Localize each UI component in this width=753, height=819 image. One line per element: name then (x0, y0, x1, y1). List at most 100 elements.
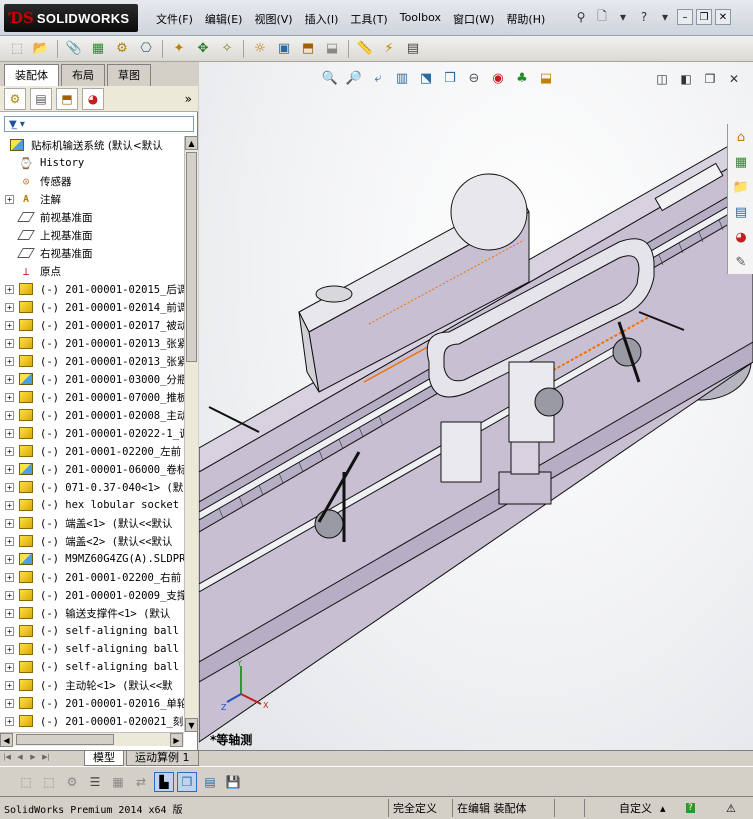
close-viewport-icon[interactable]: ✕ (725, 70, 743, 88)
view-orientation-icon[interactable]: ❒ (439, 67, 461, 89)
apply-scene-icon[interactable]: ⬓ (535, 67, 557, 89)
tree-horizontal-scrollbar[interactable]: ◀ ▶ (0, 732, 184, 747)
tree-item[interactable]: + (-) 201-00001-02013_张紧 (0, 334, 184, 352)
scroll-left-arrow-icon[interactable]: ◀ (0, 733, 13, 747)
tab-motion-study[interactable]: 运动算例 1 (126, 751, 199, 766)
tree-item[interactable]: + (-) hex lobular socket (0, 496, 184, 514)
tree-item[interactable]: 右视基准面 (0, 244, 184, 262)
units-up-arrow-icon[interactable]: ▴ (656, 799, 682, 817)
scroll-thumb[interactable] (186, 152, 197, 362)
appearances-icon[interactable]: ◕ (729, 225, 753, 249)
feature-icon[interactable]: ⚙ (62, 772, 82, 792)
restore-viewport-icon[interactable]: ❐ (701, 70, 719, 88)
menu-item[interactable]: 编辑(E) (199, 10, 249, 28)
expand-icon[interactable]: + (5, 284, 14, 294)
expand-icon[interactable]: + (5, 356, 14, 366)
new-document-icon[interactable]: 🗋 (593, 8, 611, 26)
expand-icon[interactable]: + (5, 338, 14, 348)
expand-icon[interactable]: + (5, 320, 14, 330)
expand-icon[interactable]: + (5, 302, 14, 312)
tab-sketch[interactable]: 草图 (107, 64, 151, 86)
graphics-area[interactable]: 🔍 🔎 ⤶ ▥ ⬔ ❒ ⊖ ◉ ♣ ⬓ ◫ ◧ ❐ ✕ ⌂ ▦ 📁 ▤ ◕ ✎ (199, 62, 753, 750)
paperclip-icon[interactable]: 📎 (63, 39, 85, 59)
tree-item[interactable]: 前视基准面 (0, 208, 184, 226)
property-manager-icon[interactable]: ▤ (30, 87, 52, 110)
expand-icon[interactable]: + (5, 374, 14, 384)
tree-item[interactable]: + (-) 201-00001-02017_被动 (0, 316, 184, 334)
viewport-icon[interactable]: ◫ (653, 70, 671, 88)
restore-button[interactable]: ❐ (696, 9, 712, 25)
minimize-button[interactable]: – (677, 9, 693, 25)
mate-icon[interactable]: ⎔ (135, 39, 157, 59)
first-tab-arrow-icon[interactable]: |◀ (1, 753, 13, 765)
display-manager-icon[interactable]: ◕ (82, 87, 104, 110)
tree-item[interactable]: + A 注解 (0, 190, 184, 208)
bill-of-materials-icon[interactable]: ☼ (249, 39, 271, 59)
expand-icon[interactable]: + (5, 608, 14, 618)
help-icon[interactable]: ? (682, 799, 722, 817)
tree-item[interactable]: ⌚ History (0, 154, 184, 172)
interference-icon[interactable]: ⬓ (321, 39, 343, 59)
explode-line-icon[interactable]: ⬒ (297, 39, 319, 59)
physical-dynamics-icon[interactable]: ⚡ (378, 39, 400, 59)
display-style-icon[interactable]: ⊖ (463, 67, 485, 89)
dynamic-annotation-icon[interactable]: ⬔ (415, 67, 437, 89)
tree-item[interactable]: + (-) 201-00001-02009_支撑 (0, 586, 184, 604)
tree-item[interactable]: + (-) 201-00001-03000_分瓶 (0, 370, 184, 388)
tree-item[interactable]: + (-) 201-00001-02016_单轮 (0, 694, 184, 712)
zoom-to-area-icon[interactable]: 🔎 (343, 67, 365, 89)
design-library-icon[interactable]: ▦ (729, 150, 753, 174)
dropdown-arrow-icon[interactable]: ▾ (614, 8, 632, 26)
menu-item[interactable]: Toolbox (394, 10, 447, 28)
swap-icon[interactable]: ⇄ (131, 772, 151, 792)
close-button[interactable]: ✕ (715, 9, 731, 25)
dropdown-arrow-icon[interactable]: ▾ (656, 8, 674, 26)
tree-root[interactable]: 贴标机输送系统 (默认<默认 (0, 136, 184, 154)
expand-icon[interactable]: + (5, 626, 14, 636)
status-units[interactable]: 自定义 (584, 799, 656, 817)
feature-manager-icon[interactable]: ⚙ (4, 87, 26, 110)
pin-icon[interactable]: ⚲ (572, 8, 590, 26)
chart-icon[interactable]: ▙ (154, 771, 174, 792)
custom-properties-icon[interactable]: ✎ (729, 250, 753, 274)
cube-icon[interactable]: ❒ (177, 771, 197, 792)
menu-item[interactable]: 帮助(H) (500, 10, 551, 28)
previous-view-icon[interactable]: ⤶ (367, 67, 389, 89)
expand-icon[interactable]: + (5, 698, 14, 708)
expand-icon[interactable]: + (5, 464, 14, 474)
tree-item[interactable]: + (-) 输送支撑件<1> (默认 (0, 604, 184, 622)
next-tab-arrow-icon[interactable]: ▶ (27, 753, 39, 765)
tab-layout[interactable]: 布局 (61, 64, 105, 86)
reference-geometry-icon[interactable]: ✧ (216, 39, 238, 59)
prev-tab-arrow-icon[interactable]: ◀ (14, 753, 26, 765)
scroll-down-arrow-icon[interactable]: ▼ (185, 718, 198, 732)
expand-icon[interactable]: + (5, 680, 14, 690)
view-palette-icon[interactable]: ▤ (729, 200, 753, 224)
expand-icon[interactable]: + (5, 194, 14, 204)
tree-vertical-scrollbar[interactable]: ▲ ▼ (184, 136, 198, 732)
expand-icon[interactable]: + (5, 428, 14, 438)
component-icon[interactable]: ⚙ (111, 39, 133, 59)
new-file-icon[interactable]: ⬚ (6, 39, 28, 59)
expand-icon[interactable]: + (5, 500, 14, 510)
tree-item[interactable]: + (-) self-aligning ball (0, 640, 184, 658)
tree-item[interactable]: + (-) self-aligning ball (0, 622, 184, 640)
save-icon[interactable]: 💾 (223, 772, 243, 792)
tree-item[interactable]: + (-) 201-00001-02015_后调 (0, 280, 184, 298)
expand-icon[interactable]: + (5, 662, 14, 672)
rebuild-icon[interactable]: ⚠ (722, 799, 752, 817)
expand-icon[interactable]: + (5, 716, 14, 726)
tree-item[interactable]: + (-) 201-00001-06000_卷标 (0, 460, 184, 478)
expand-icon[interactable]: + (5, 392, 14, 402)
menu-item[interactable]: 文件(F) (150, 10, 199, 28)
assembly-icon[interactable]: ▦ (87, 39, 109, 59)
tree-item[interactable]: 上视基准面 (0, 226, 184, 244)
tree-item[interactable]: + (-) 201-00001-02013_张紧 (0, 352, 184, 370)
open-file-icon[interactable]: 📂 (30, 39, 52, 59)
scroll-thumb[interactable] (16, 734, 114, 745)
feature-icon[interactable]: ⬚ (39, 772, 59, 792)
tree-item[interactable]: + (-) 201-0001-02200_左前 (0, 442, 184, 460)
tree-item[interactable]: + (-) 201-00001-02014_前调 (0, 298, 184, 316)
tree-item[interactable]: + (-) 201-0001-02200_右前 (0, 568, 184, 586)
expand-icon[interactable]: + (5, 482, 14, 492)
